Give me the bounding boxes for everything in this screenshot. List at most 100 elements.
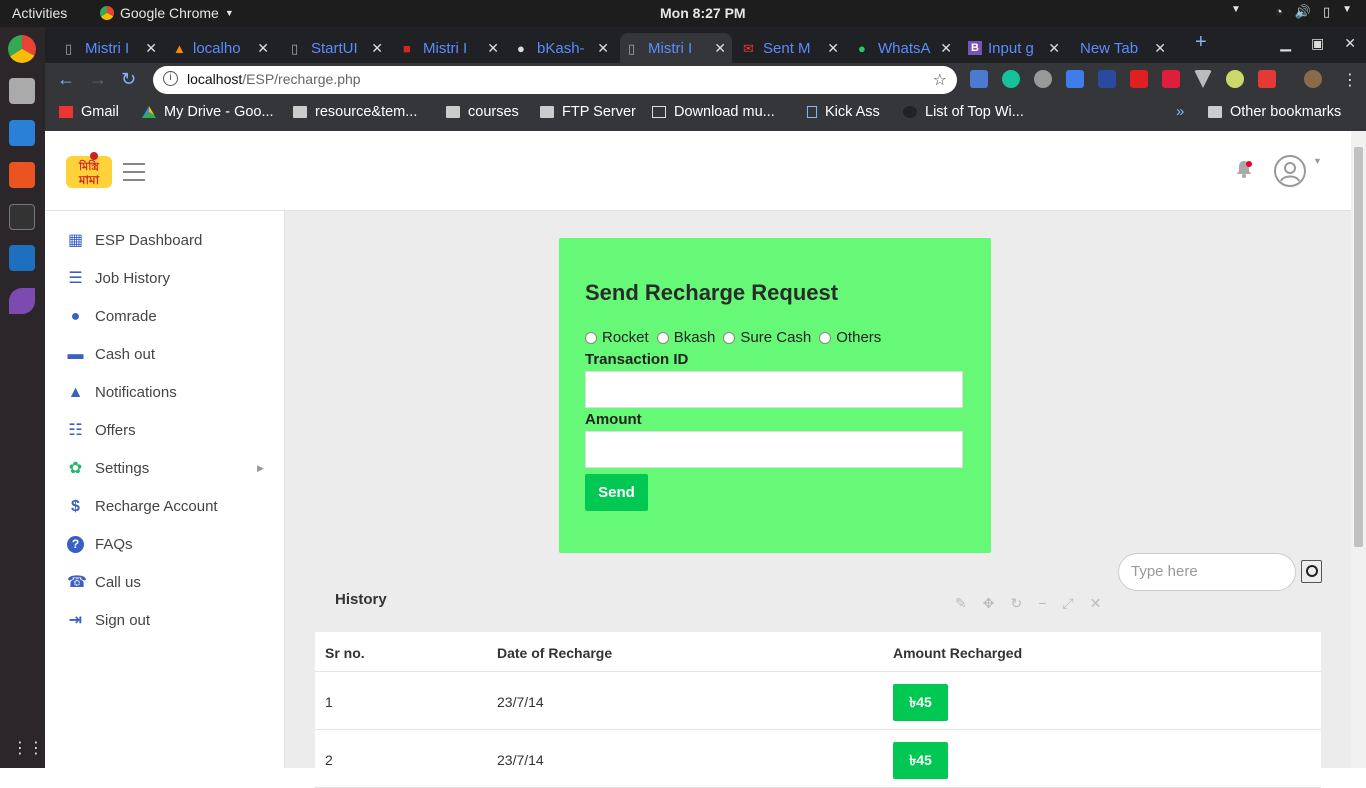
refresh-icon[interactable]: ↻ [1010,595,1022,612]
close-icon[interactable]: ✕ [1048,40,1060,57]
close-icon[interactable]: ✕ [714,40,726,57]
radio-bkash[interactable]: Bkash [656,329,715,346]
browser-tab[interactable]: ● WhatsA ✕ [850,33,958,63]
terminal-launcher-icon[interactable] [9,204,35,230]
browser-tab[interactable]: ✉ Sent M ✕ [735,33,845,63]
page-scrollbar[interactable] [1351,131,1366,768]
radio-circle[interactable] [723,331,736,344]
vscode-launcher-icon[interactable] [9,245,35,271]
close-icon[interactable]: ✕ [145,40,157,57]
browser-tab[interactable]: ▲ localho ✕ [165,33,275,63]
transaction-id-field[interactable] [585,371,963,408]
menu-toggle-icon[interactable] [123,163,145,181]
app-menu[interactable]: Google Chrome ▼ [100,5,234,21]
files-launcher-icon[interactable] [9,78,35,104]
radio-rocket[interactable]: Rocket [585,329,649,346]
radio-circle[interactable] [585,331,597,344]
bookmark-item[interactable]: FTP Server [540,104,636,120]
sidebar-item-recharge-account[interactable]: $ Recharge Account [67,494,218,518]
sidebar-item-job-history[interactable]: ☰ Job History [67,266,170,290]
edit-icon[interactable]: ✎ [955,595,967,612]
close-icon[interactable]: ✕ [597,40,609,57]
bookmark-item[interactable]: List of Top Wi... [903,104,1024,120]
site-logo[interactable]: মিস্ত্রি মামা [64,150,114,192]
system-tray[interactable]: ▼ ◔ 🔊 ▯ ▼ [1231,4,1352,20]
clock[interactable]: Mon 8:27 PM [660,5,746,21]
close-icon[interactable]: ✕ [1090,595,1102,612]
feather-launcher-icon[interactable] [9,288,35,314]
sidebar-item-offers[interactable]: ☷ Offers [67,418,135,442]
sidebar-item-faqs[interactable]: ? FAQs [67,532,133,556]
close-window-icon[interactable]: ✕ [1344,35,1356,52]
send-button[interactable]: Send [585,474,648,511]
radio-circle[interactable] [819,331,832,344]
browser-tab[interactable]: ■ Mistri I ✕ [395,33,505,63]
close-icon[interactable]: ✕ [940,40,952,57]
close-icon[interactable]: ✕ [827,40,839,57]
sidebar-item-sign-out[interactable]: ⇥ Sign out [67,608,150,632]
browser-tab[interactable]: ▯ Mistri I ✕ [57,33,163,63]
bookmark-item[interactable]: Gmail [59,104,119,120]
record-extension-icon[interactable] [1258,70,1276,88]
info-icon[interactable]: i [163,71,178,86]
maximize-icon[interactable]: ▣ [1311,35,1324,52]
bookmark-star-icon[interactable]: ☆ [933,70,947,90]
radio-others[interactable]: Others [819,329,881,346]
minimize-icon[interactable]: ▁ [1280,35,1291,52]
sidebar-item-cash-out[interactable]: ▬ Cash out [67,342,156,366]
browser-tab[interactable]: ▯ StartUI ✕ [283,33,389,63]
bookmark-item[interactable]: My Drive - Goo... [142,104,274,120]
tff-extension-icon[interactable] [1066,70,1084,88]
bookmark-item[interactable]: resource&tem... [293,104,417,120]
chevron-down-icon[interactable]: ▼ [1313,156,1322,166]
translate-extension-icon[interactable] [970,70,988,88]
sidebar-item-settings[interactable]: ✿ Settings ▶ [67,456,264,480]
sidebar-item-notifications[interactable]: ▲ Notifications [67,380,177,404]
bookmarks-overflow-button[interactable]: » [1176,103,1184,120]
bookmark-item[interactable]: courses [446,104,519,120]
browser-tab-active[interactable]: ▯ Mistri I ✕ [620,33,732,63]
browser-tab[interactable]: ● bKash- ✕ [509,33,615,63]
move-icon[interactable]: ✥ [983,595,995,612]
notification-bell-icon[interactable] [1235,159,1253,179]
radio-circle[interactable] [656,331,669,344]
expand-icon[interactable]: ⤢ [1062,595,1073,612]
browser-tab[interactable]: New Tab ✕ [1072,33,1172,63]
search-icon[interactable] [1301,560,1322,583]
grammarly-extension-icon[interactable] [1002,70,1020,88]
bulb-extension-icon[interactable] [1226,70,1244,88]
search-input[interactable]: Type here [1118,553,1296,591]
amount-field[interactable] [585,431,963,468]
close-icon[interactable]: ✕ [371,40,383,57]
back-icon[interactable]: ← [57,69,75,90]
new-tab-button[interactable]: + [1195,31,1207,54]
profile-avatar-icon[interactable] [1304,70,1322,88]
sidebar-item-esp-dashboard[interactable]: ▦ ESP Dashboard [67,228,202,252]
vue-extension-icon[interactable] [1194,70,1212,88]
close-icon[interactable]: ✕ [1154,40,1166,57]
translate-red-extension-icon[interactable] [1130,70,1148,88]
activities-button[interactable]: Activities [12,5,67,21]
address-bar[interactable]: i localhost/ESP/recharge.php ☆ [153,66,957,94]
close-icon[interactable]: ✕ [487,40,499,57]
user-avatar[interactable] [1274,155,1306,187]
forward-icon[interactable]: → [89,69,107,90]
other-bookmarks[interactable]: Other bookmarks [1208,104,1341,120]
reload-icon[interactable]: ↻ [121,69,136,90]
cloud-extension-icon[interactable] [1034,70,1052,88]
chrome-launcher-icon[interactable] [8,35,36,63]
writer-launcher-icon[interactable] [9,120,35,146]
collapse-icon[interactable]: − [1038,595,1046,612]
sidebar-item-call-us[interactable]: ☎ Call us [67,570,141,594]
bookmark-item[interactable]: Kick Ass [807,104,880,120]
radio-sure-cash[interactable]: Sure Cash [723,329,811,346]
video-extension-icon[interactable] [1162,70,1180,88]
software-launcher-icon[interactable] [9,162,35,188]
browser-tab[interactable]: B Input g ✕ [960,33,1066,63]
dropdown-icon[interactable]: ▼ [1231,4,1241,20]
scrollbar-thumb[interactable] [1354,147,1363,547]
bookmark-item[interactable]: Download mu... [652,104,775,120]
shield-extension-icon[interactable] [1098,70,1116,88]
close-icon[interactable]: ✕ [257,40,269,57]
more-menu-icon[interactable]: ⋮ [1342,70,1358,90]
